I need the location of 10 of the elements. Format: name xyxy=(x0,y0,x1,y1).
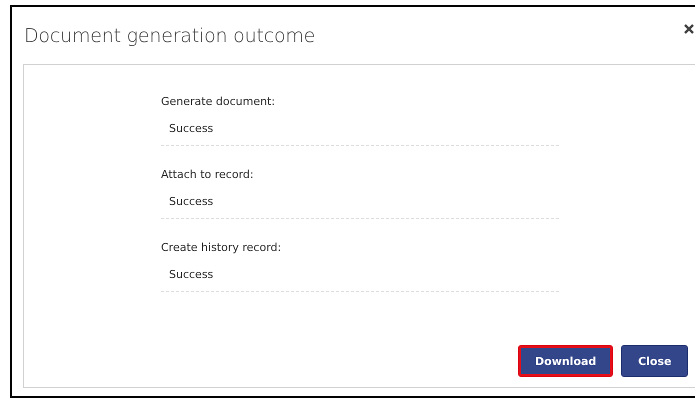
download-button[interactable]: Download xyxy=(518,345,614,377)
field-value: Success xyxy=(161,116,559,146)
close-icon[interactable] xyxy=(684,23,694,35)
close-button[interactable]: Close xyxy=(621,345,688,377)
field-label: Attach to record: xyxy=(161,168,255,181)
dialog-title: Document generation outcome xyxy=(24,24,316,46)
field-label: Create history record: xyxy=(161,241,282,254)
field-value: Success xyxy=(161,189,559,219)
field-value: Success xyxy=(161,262,559,292)
field-label: Generate document: xyxy=(161,95,276,108)
